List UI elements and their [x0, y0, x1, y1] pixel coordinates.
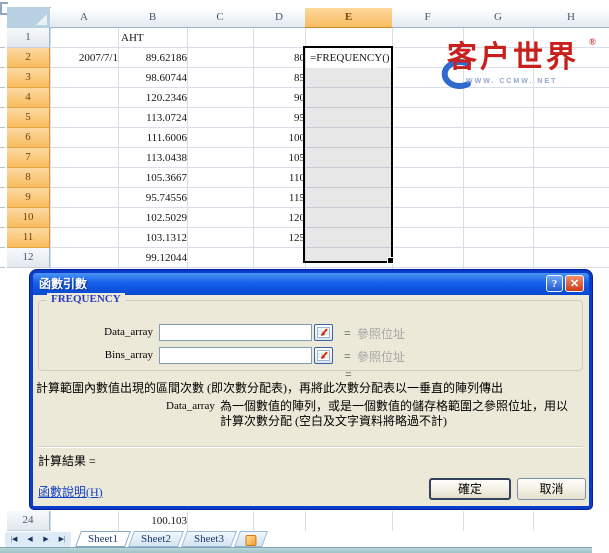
dialog-titlebar[interactable]: 函數引數 ? ✕	[33, 273, 589, 295]
registered-mark: ®	[589, 37, 596, 47]
cell-b1[interactable]: AHT	[118, 28, 190, 48]
cell-b24[interactable]: 100.103	[118, 511, 190, 531]
row-header-3[interactable]: 3	[7, 68, 50, 88]
next-sheet-icon[interactable]: ▶	[39, 533, 53, 546]
tab-sheet2-label: Sheet2	[132, 532, 180, 546]
cell-d7[interactable]: 105	[253, 148, 308, 168]
row-header-7[interactable]: 7	[7, 148, 50, 168]
gridline-v	[305, 511, 306, 531]
row-header-12[interactable]: 12	[7, 248, 50, 268]
cell-d4[interactable]: 90	[253, 88, 308, 108]
cell-b8[interactable]: 105.3667	[118, 168, 190, 188]
column-header-c[interactable]: C	[187, 8, 254, 28]
row-header-6[interactable]: 6	[7, 128, 50, 148]
argument-name: Data_array	[166, 400, 215, 412]
gridline-v	[253, 511, 254, 531]
collapse-dialog-icon	[317, 327, 330, 338]
dialog-help-button[interactable]: ?	[546, 275, 563, 292]
cell-d3[interactable]: 85	[253, 68, 308, 88]
column-header-g[interactable]: G	[463, 8, 534, 28]
gridline-v	[50, 511, 51, 531]
result-equals-sign: =	[345, 367, 352, 382]
tab-sheet1-label: Sheet1	[79, 532, 127, 546]
cell-d8[interactable]: 110	[253, 168, 308, 188]
tab-sheet1[interactable]: Sheet1	[75, 531, 131, 547]
tab-sheet3[interactable]: Sheet3	[181, 531, 237, 547]
row-header-2[interactable]: 2	[7, 48, 50, 68]
logo-brand-text: 客户世界	[447, 41, 579, 75]
prev-sheet-icon[interactable]: ◀	[23, 533, 37, 546]
data-array-hint: 參照位址	[357, 325, 405, 342]
range-selector-button[interactable]	[314, 324, 333, 341]
row-header-1[interactable]: 1	[7, 28, 50, 48]
collapse-dialog-icon	[317, 350, 330, 361]
row-header-8[interactable]: 8	[7, 168, 50, 188]
column-header-h[interactable]: H	[533, 8, 609, 28]
dialog-title: 函數引數	[39, 273, 87, 295]
function-help-link[interactable]: 函數說明(H)	[38, 483, 103, 500]
row-header-4[interactable]: 4	[7, 88, 50, 108]
cell-b3[interactable]: 98.60744	[118, 68, 190, 88]
function-description: 計算範圍內數值出現的區間次數 (即次數分配表)，再將此次數分配表以一垂直的陣列傳…	[36, 381, 588, 395]
last-sheet-icon[interactable]: ▶|	[55, 533, 69, 546]
function-arguments-dialog: 函數引數 ? ✕ FREQUENCY Data_array = 參照位址 Bin…	[30, 270, 592, 509]
cell-d6[interactable]: 100	[253, 128, 308, 148]
column-header-f[interactable]: F	[392, 8, 464, 28]
select-all-corner[interactable]	[7, 7, 51, 29]
cell-b6[interactable]: 111.6006	[118, 128, 190, 148]
argument-description: 為一個數值的陣列，或是一個數值的儲存格範圍之參照位址，用以計算次數分配 (空白及…	[220, 399, 568, 429]
cell-d5[interactable]: 95	[253, 108, 308, 128]
cell-b4[interactable]: 120.2346	[118, 88, 190, 108]
close-icon[interactable]: ✕	[565, 275, 584, 292]
divider	[38, 446, 583, 448]
data-array-input[interactable]	[159, 324, 312, 341]
cell-b11[interactable]: 103.1312	[118, 228, 190, 248]
gridline-v	[533, 511, 534, 531]
first-sheet-icon[interactable]: |◀	[7, 533, 21, 546]
function-name-label: FREQUENCY	[47, 293, 125, 305]
insert-worksheet-icon	[245, 535, 256, 546]
row-header-9[interactable]: 9	[7, 188, 50, 208]
cell-d11[interactable]: 125	[253, 228, 308, 248]
row-header-11[interactable]: 11	[7, 228, 50, 248]
column-header-d[interactable]: D	[253, 8, 306, 28]
bins-array-label: Bins_array	[53, 349, 153, 361]
bins-array-input[interactable]	[159, 347, 312, 364]
bins-array-hint: 參照位址	[357, 348, 405, 365]
cell-b5[interactable]: 113.0724	[118, 108, 190, 128]
cell-b7[interactable]: 113.0438	[118, 148, 190, 168]
equals-sign: =	[344, 326, 351, 341]
column-header-a[interactable]: A	[50, 8, 119, 28]
gridline-v	[392, 511, 393, 531]
column-header-b[interactable]: B	[118, 8, 188, 28]
row-gutter-ticks	[0, 47, 5, 268]
fill-handle[interactable]	[387, 257, 394, 264]
tab-sheet2[interactable]: Sheet2	[128, 531, 184, 547]
insert-worksheet-tab[interactable]	[234, 531, 268, 547]
cancel-button[interactable]: 取消	[517, 478, 586, 500]
row-header-10[interactable]: 10	[7, 208, 50, 228]
ok-button[interactable]: 確定	[429, 478, 511, 500]
cell-b10[interactable]: 102.5029	[118, 208, 190, 228]
cell-b9[interactable]: 95.74556	[118, 188, 190, 208]
gridline-v	[463, 511, 464, 531]
cell-d2[interactable]: 80	[253, 48, 308, 68]
row-header-24[interactable]: 24	[7, 511, 50, 531]
logo-site-url: WWW. CCMW. NET	[466, 78, 557, 85]
tab-nav-buttons: |◀ ◀ ▶ ▶|	[5, 532, 71, 547]
cell-d9[interactable]: 115	[253, 188, 308, 208]
selection-border	[303, 46, 393, 263]
scrollbar-strip	[0, 547, 592, 553]
calculation-result-label: 計算結果 =	[38, 452, 96, 469]
range-selector-button[interactable]	[314, 347, 333, 364]
column-header-e[interactable]: E	[305, 8, 393, 28]
cell-a2[interactable]: 2007/7/1	[50, 48, 121, 68]
equals-sign: =	[344, 349, 351, 364]
data-array-label: Data_array	[53, 326, 153, 338]
row-header-5[interactable]: 5	[7, 108, 50, 128]
tab-sheet3-label: Sheet3	[185, 532, 233, 546]
cell-b2[interactable]: 89.62186	[118, 48, 190, 68]
cell-b12[interactable]: 99.12044	[118, 248, 190, 268]
cell-d10[interactable]: 120	[253, 208, 308, 228]
